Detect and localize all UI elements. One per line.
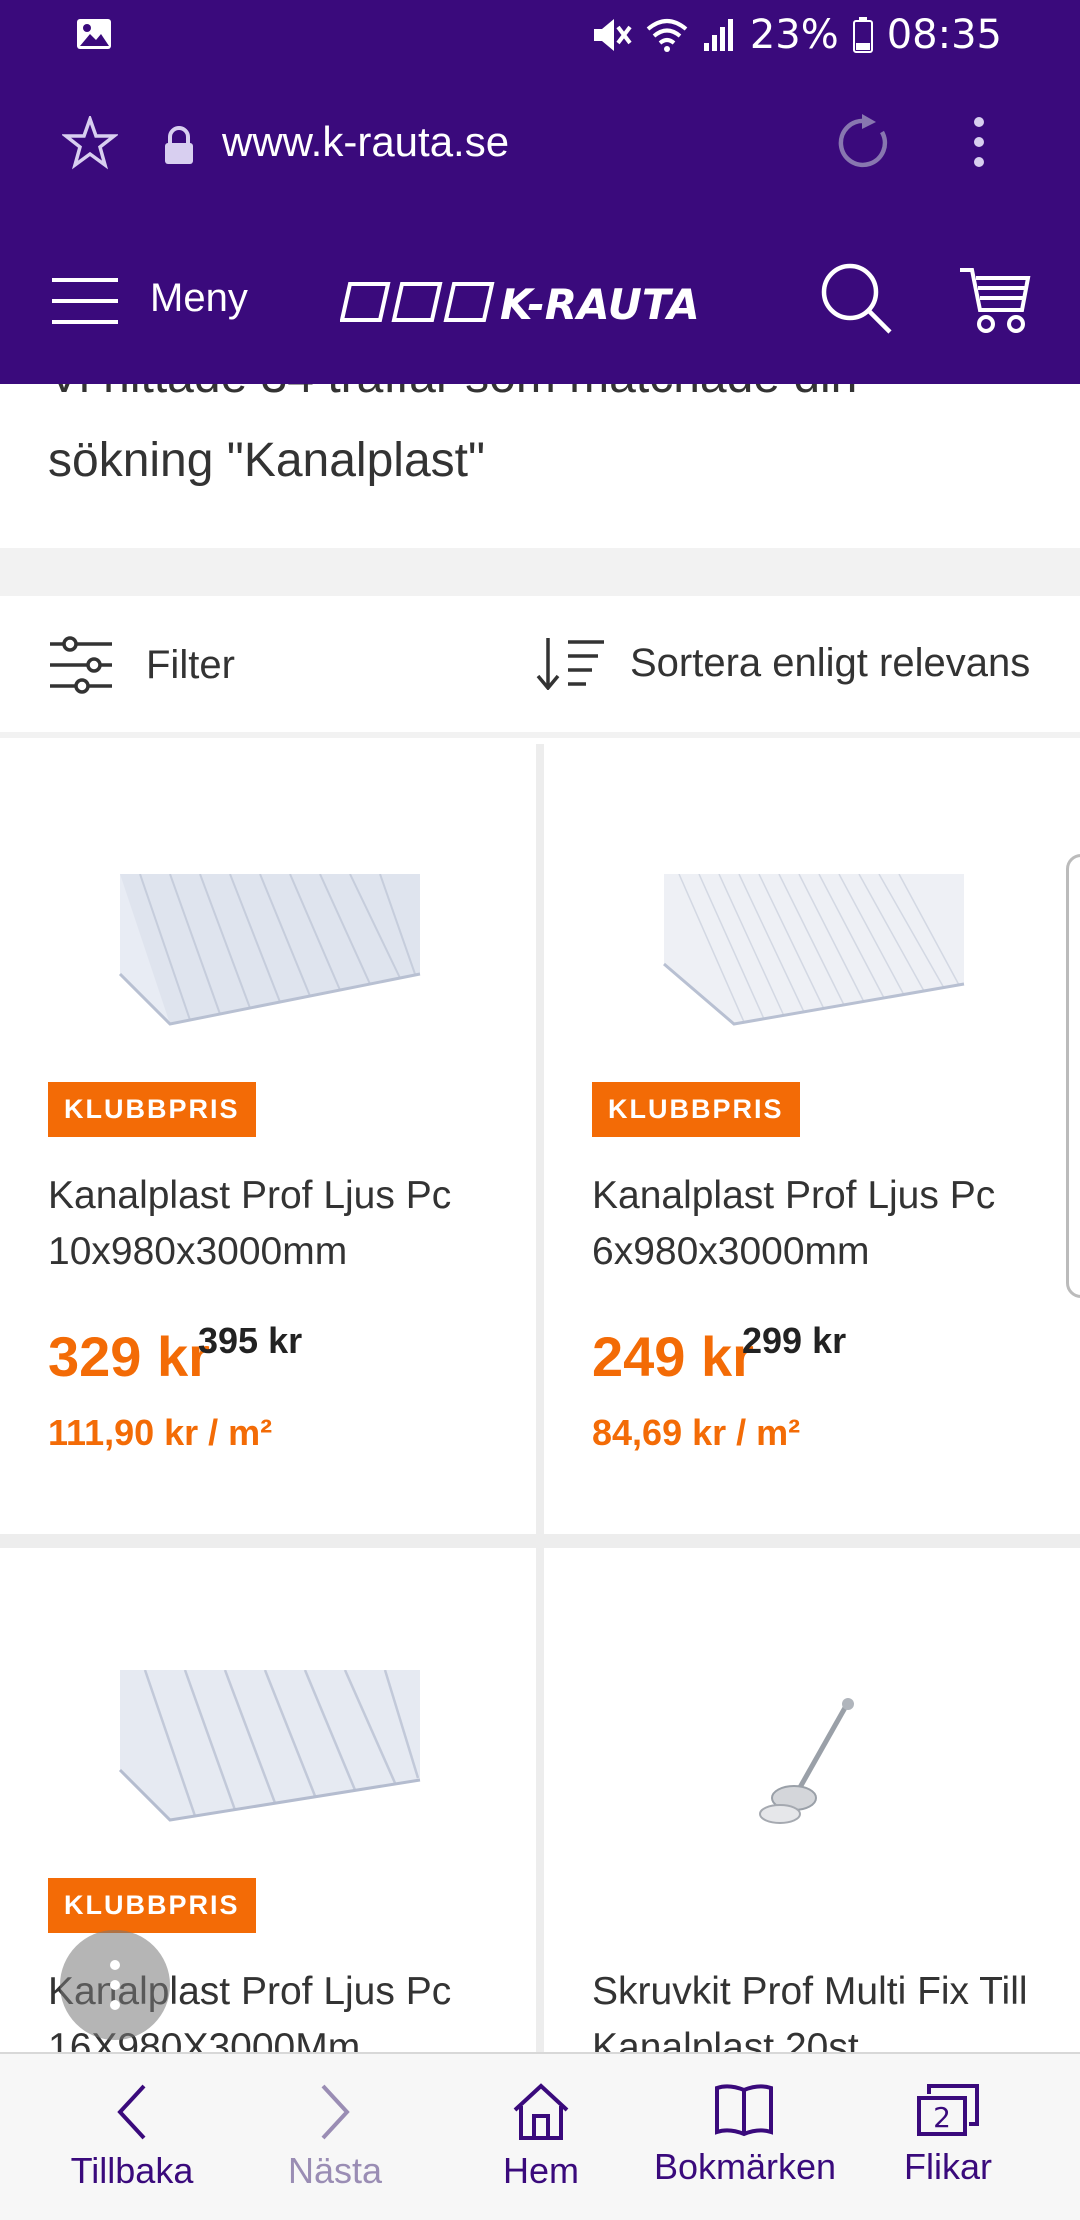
filter-icon <box>50 636 112 694</box>
status-bar: 23% 08:35 <box>0 0 1080 72</box>
book-icon <box>715 2084 773 2137</box>
tabs-icon: 2 <box>917 2084 979 2136</box>
back-button[interactable]: Tillbaka <box>70 2082 194 2192</box>
product-image[interactable] <box>654 873 974 1044</box>
signal-icon <box>702 17 736 53</box>
home-button[interactable]: Hem <box>496 2082 586 2192</box>
menu-button[interactable]: Meny <box>150 276 248 321</box>
chevron-left-icon <box>117 2084 146 2140</box>
filter-button[interactable]: Filter <box>50 636 235 694</box>
mute-icon <box>592 17 632 53</box>
product-image[interactable] <box>754 1698 864 1828</box>
product-grid: KLUBBPRIS Kanalplast Prof Ljus Pc 10x980… <box>0 744 1080 2068</box>
tabs-button[interactable]: 2 Flikar <box>898 2082 998 2188</box>
product-card[interactable]: Skruvkit Prof Multi Fix Till Kanalplast … <box>544 1548 1080 2068</box>
floating-menu-button[interactable] <box>60 1930 170 2040</box>
product-title[interactable]: Kanalplast Prof Ljus Pc 10x980x3000mm <box>48 1168 508 1280</box>
sort-button[interactable]: Sortera enligt relevans <box>534 636 1030 690</box>
home-icon <box>513 2083 569 2140</box>
back-label: Tillbaka <box>70 2150 194 2191</box>
club-price-badge: KLUBBPRIS <box>592 1082 800 1137</box>
product-title[interactable]: Kanalplast Prof Ljus Pc 6x980x3000mm <box>592 1168 1052 1280</box>
scroll-handle[interactable] <box>1066 854 1080 1298</box>
product-image[interactable] <box>110 1669 430 1840</box>
product-card[interactable]: KLUBBPRIS Kanalplast Prof Ljus Pc 6x980x… <box>544 744 1080 1534</box>
battery-percent: 23% <box>749 12 839 58</box>
wifi-icon <box>646 17 688 53</box>
browser-bottom-nav: Tillbaka Nästa Hem Bokmärken 2 Flikar <box>0 2052 1080 2220</box>
bookmarks-button[interactable]: Bokmärken <box>654 2082 837 2188</box>
bookmarks-label: Bokmärken <box>654 2146 837 2187</box>
product-price: 249 kr <box>592 1325 754 1388</box>
tabs-label: Flikar <box>904 2146 992 2187</box>
result-line-2: sökning "Kanalplast" <box>48 434 486 487</box>
gallery-icon <box>76 18 112 50</box>
divider <box>0 548 1080 596</box>
search-result-heading: Vi hittade 34 träffar som matchade din s… <box>48 384 1038 534</box>
product-old-price: 395 kr <box>198 1320 303 1361</box>
url-field[interactable]: www.k-rauta.se <box>222 118 509 166</box>
clock: 08:35 <box>886 12 1002 58</box>
club-price-badge: KLUBBPRIS <box>48 1878 256 1933</box>
product-old-price: 299 kr <box>742 1320 847 1361</box>
lock-icon <box>162 126 196 171</box>
cart-icon[interactable] <box>958 264 1032 343</box>
filter-sort-bar: Filter Sortera enligt relevans <box>0 596 1080 738</box>
sort-label: Sortera enligt relevans <box>630 640 1031 685</box>
star-icon[interactable] <box>60 113 120 175</box>
chevron-right-icon <box>321 2084 350 2140</box>
more-icon[interactable] <box>972 116 986 173</box>
browser-url-bar: www.k-rauta.se <box>0 72 1080 214</box>
result-line-1: Vi hittade 34 träffar som matchade din <box>48 384 857 414</box>
svg-text:2: 2 <box>933 2101 951 2134</box>
sort-icon <box>536 638 604 690</box>
hamburger-icon[interactable] <box>52 276 118 331</box>
product-image[interactable] <box>110 873 430 1044</box>
home-label: Hem <box>502 2150 579 2191</box>
forward-button[interactable]: Nästa <box>280 2082 390 2192</box>
product-unit-price: 84,69 kr / m² <box>592 1412 801 1453</box>
k-rauta-logo[interactable]: K-RAUTA <box>339 280 730 329</box>
product-unit-price: 111,90 kr / m² <box>48 1412 273 1453</box>
product-card[interactable]: KLUBBPRIS Kanalplast Prof Ljus Pc 10x980… <box>0 744 536 1534</box>
svg-text:K-RAUTA: K-RAUTA <box>500 280 700 324</box>
reload-icon[interactable] <box>836 114 894 177</box>
battery-icon <box>852 17 873 53</box>
forward-label: Nästa <box>287 2150 383 2191</box>
search-icon[interactable] <box>820 262 894 341</box>
site-header: Meny K-RAUTA <box>0 214 1080 384</box>
club-price-badge: KLUBBPRIS <box>48 1082 256 1137</box>
product-price: 329 kr <box>48 1325 210 1388</box>
filter-label: Filter <box>146 642 235 687</box>
